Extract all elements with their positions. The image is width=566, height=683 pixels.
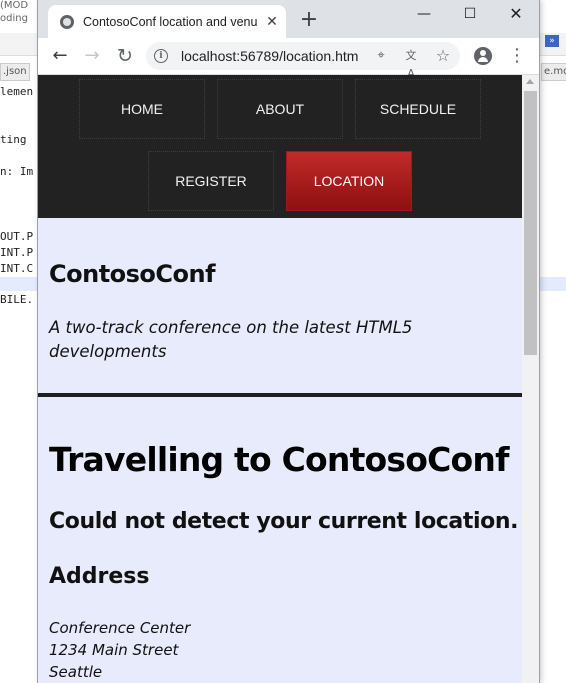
address-line: Conference Center bbox=[49, 619, 191, 637]
tab-title: ContosoConf location and venue bbox=[83, 15, 257, 29]
code-line: lemen bbox=[0, 85, 34, 98]
browser-window: ContosoConf location and venue ✕ + — ☐ ✕… bbox=[38, 0, 539, 683]
address-heading: Address bbox=[49, 564, 150, 589]
site-navigation: HOME ABOUT SCHEDULE REGISTER LOCATION bbox=[38, 75, 522, 218]
code-line: ting bbox=[0, 133, 27, 146]
close-window-button[interactable]: ✕ bbox=[493, 0, 539, 30]
browser-titlebar: ContosoConf location and venue ✕ + — ☐ ✕ bbox=[38, 0, 539, 38]
address-bar[interactable]: i localhost:56789/location.htm ⌖ 文A ☆ bbox=[146, 42, 460, 80]
nav-location[interactable]: LOCATION bbox=[286, 151, 412, 211]
main-content: Travelling to ContosoConf Could not dete… bbox=[38, 397, 522, 683]
profile-icon[interactable] bbox=[474, 47, 492, 65]
nav-schedule[interactable]: SCHEDULE bbox=[355, 79, 481, 139]
site-tagline: A two-track conference on the latest HTM… bbox=[49, 318, 413, 361]
editor-expand-icon[interactable]: » bbox=[545, 35, 559, 47]
location-status: Could not detect your current location. bbox=[49, 509, 519, 534]
menu-icon[interactable]: ⋮ bbox=[508, 44, 526, 68]
page-title: Travelling to ContosoConf bbox=[49, 440, 509, 479]
star-icon[interactable]: ☆ bbox=[434, 47, 452, 65]
info-icon[interactable]: i bbox=[154, 49, 168, 63]
editor-tab-json[interactable]: .json bbox=[0, 63, 30, 81]
nav-register[interactable]: REGISTER bbox=[148, 151, 274, 211]
scroll-up-icon[interactable] bbox=[526, 79, 534, 84]
site-header: ContosoConf A two-track conference on th… bbox=[38, 218, 522, 397]
maximize-button[interactable]: ☐ bbox=[447, 0, 493, 30]
page-viewport: HOME ABOUT SCHEDULE REGISTER LOCATION Co… bbox=[38, 75, 522, 683]
code-line: n: Im bbox=[0, 165, 34, 178]
scroll-thumb[interactable] bbox=[524, 91, 537, 355]
site-title: ContosoConf bbox=[49, 260, 216, 288]
code-line: INT.C bbox=[0, 262, 34, 275]
page-scrollbar[interactable] bbox=[522, 75, 539, 683]
browser-tab[interactable]: ContosoConf location and venue ✕ bbox=[48, 5, 286, 38]
code-line: INT.P bbox=[0, 246, 34, 259]
editor-coding-text: oding bbox=[0, 13, 28, 24]
editor-tab-md[interactable]: e.md bbox=[541, 63, 566, 81]
browser-toolbar: ← → ↻ i localhost:56789/location.htm ⌖ 文… bbox=[38, 38, 539, 80]
nav-home[interactable]: HOME bbox=[79, 79, 205, 139]
address-line: 1234 Main Street bbox=[49, 641, 179, 659]
editor-top-text: (MOD bbox=[0, 0, 29, 11]
code-line: OUT.P bbox=[0, 230, 34, 243]
forward-icon[interactable]: → bbox=[80, 44, 104, 68]
code-line: BILE. bbox=[0, 293, 34, 306]
nav-about[interactable]: ABOUT bbox=[217, 79, 343, 139]
url-text[interactable]: localhost:56789/location.htm bbox=[181, 47, 361, 65]
new-tab-button[interactable]: + bbox=[296, 9, 322, 31]
location-blocked-icon[interactable]: ⌖ bbox=[372, 47, 390, 65]
reload-icon[interactable]: ↻ bbox=[113, 44, 137, 68]
translate-icon[interactable]: 文A bbox=[402, 47, 420, 80]
close-tab-icon[interactable]: ✕ bbox=[262, 12, 282, 32]
globe-icon bbox=[60, 15, 74, 29]
minimize-button[interactable]: — bbox=[401, 0, 447, 30]
back-icon[interactable]: ← bbox=[48, 44, 72, 68]
address-line: Seattle bbox=[49, 663, 103, 681]
